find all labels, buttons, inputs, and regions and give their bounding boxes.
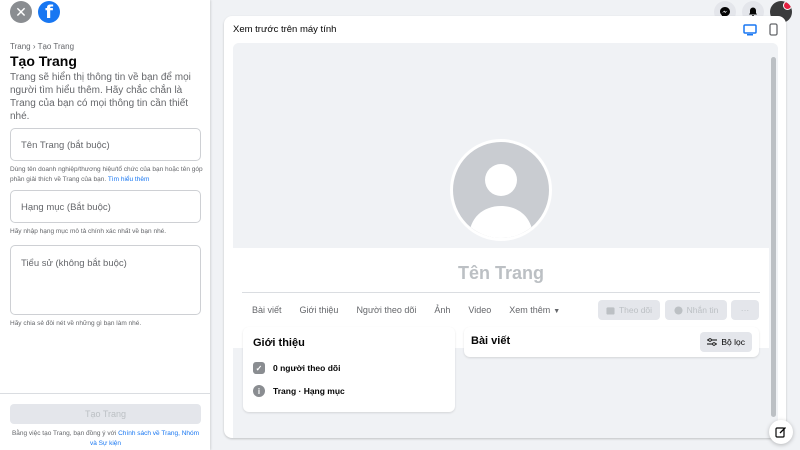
- terms-notice: Bằng việc tạo Trang, bạn đồng ý với Chín…: [10, 429, 201, 449]
- preview-scrollbar[interactable]: [770, 43, 778, 438]
- tab-about[interactable]: Giới thiệu: [291, 305, 348, 315]
- filter-button[interactable]: Bộ lọc: [700, 332, 752, 352]
- category-field[interactable]: Hạng mục (Bắt buộc): [10, 190, 201, 223]
- bio-placeholder: Tiểu sử (không bắt buộc): [21, 258, 127, 269]
- page-tabs: Bài viết Giới thiệu Người theo dõi Ảnh V…: [243, 305, 569, 315]
- filter-label: Bộ lọc: [721, 337, 745, 347]
- tabs-divider: [242, 292, 760, 293]
- mobile-icon[interactable]: [769, 23, 778, 41]
- bio-field[interactable]: Tiểu sử (không bắt buộc): [10, 245, 201, 315]
- compose-icon[interactable]: [769, 420, 793, 444]
- page-preview-viewport: Tên Trang Bài viết Giới thiệu Người theo…: [233, 43, 778, 438]
- create-page-button[interactable]: Tạo Trang: [10, 404, 201, 424]
- info-icon: i: [253, 385, 265, 397]
- preview-page-name: Tên Trang: [457, 263, 544, 283]
- page-title: Tạo Trang: [10, 53, 77, 69]
- facebook-logo-icon[interactable]: f: [38, 1, 60, 23]
- posts-card: Bài viết Bộ lọc: [464, 327, 759, 357]
- page-name-help: Dùng tên doanh nghiệp/thương hiệu/tổ chứ…: [10, 165, 206, 185]
- posts-title: Bài viết: [471, 335, 511, 347]
- tab-photos[interactable]: Ảnh: [425, 305, 459, 315]
- page-name-help-text: Dùng tên doanh nghiệp/thương hiệu/tổ chứ…: [10, 166, 203, 183]
- about-title: Giới thiệu: [253, 337, 305, 349]
- page-name-field[interactable]: Tên Trang (bắt buộc): [10, 128, 201, 161]
- message-button[interactable]: Nhắn tin: [665, 300, 727, 320]
- category-placeholder: Hạng mục (Bắt buộc): [21, 202, 111, 213]
- tab-video[interactable]: Video: [459, 305, 500, 315]
- avatar-placeholder-icon: [469, 164, 533, 238]
- preview-header: Xem trước trên máy tính: [233, 24, 337, 35]
- follow-button[interactable]: Theo dõi: [598, 300, 660, 320]
- terms-text: Bằng việc tạo Trang, bạn đồng ý với: [11, 430, 119, 437]
- scrollbar-thumb[interactable]: [771, 57, 776, 417]
- page-description: Trang sẽ hiển thị thông tin về bạn để mọ…: [10, 72, 191, 122]
- followers-check-icon: ✓: [253, 362, 265, 374]
- learn-more-link[interactable]: Tìm hiểu thêm: [108, 176, 150, 183]
- create-page-panel: ✕ f Trang › Tạo Trang Tạo Trang Trang sẽ…: [0, 0, 210, 450]
- profile-picture: [450, 139, 552, 241]
- page-type-row: i Trang · Hạng mục: [253, 385, 345, 397]
- followers-count: 0 người theo dõi: [273, 363, 341, 373]
- caret-down-icon: ▼: [553, 308, 561, 315]
- tab-followers[interactable]: Người theo dõi: [347, 305, 425, 315]
- desktop-preview-card: Xem trước trên máy tính Tên Trang Bài vi…: [224, 16, 786, 438]
- tab-posts[interactable]: Bài viết: [243, 305, 291, 315]
- filter-icon: [707, 338, 718, 346]
- close-icon[interactable]: ✕: [10, 1, 32, 23]
- bio-help: Hãy chia sẻ đôi nét về những gì bạn làm …: [10, 320, 142, 327]
- category-help: Hãy nhập hạng mục mô tả chính xác nhất v…: [10, 228, 167, 235]
- footer-divider: [0, 393, 210, 394]
- message-label: Nhắn tin: [686, 305, 719, 315]
- about-card: Giới thiệu ✓ 0 người theo dõi i Trang · …: [243, 327, 455, 412]
- tab-more-label: Xem thêm: [509, 305, 551, 315]
- messenger-small-icon: [674, 305, 683, 315]
- desktop-icon[interactable]: [743, 23, 757, 41]
- follow-label: Theo dõi: [618, 305, 653, 315]
- tab-more[interactable]: Xem thêm ▼: [500, 305, 569, 315]
- breadcrumb: Trang › Tạo Trang: [10, 42, 75, 51]
- follow-icon: [606, 306, 615, 315]
- device-toggle: [743, 23, 778, 41]
- left-top-bar: ✕ f: [10, 0, 60, 24]
- followers-row: ✓ 0 người theo dõi: [253, 362, 340, 374]
- page-type: Trang · Hạng mục: [273, 386, 345, 396]
- page-name-placeholder: Tên Trang (bắt buộc): [21, 140, 110, 151]
- more-options-button[interactable]: ···: [731, 300, 759, 320]
